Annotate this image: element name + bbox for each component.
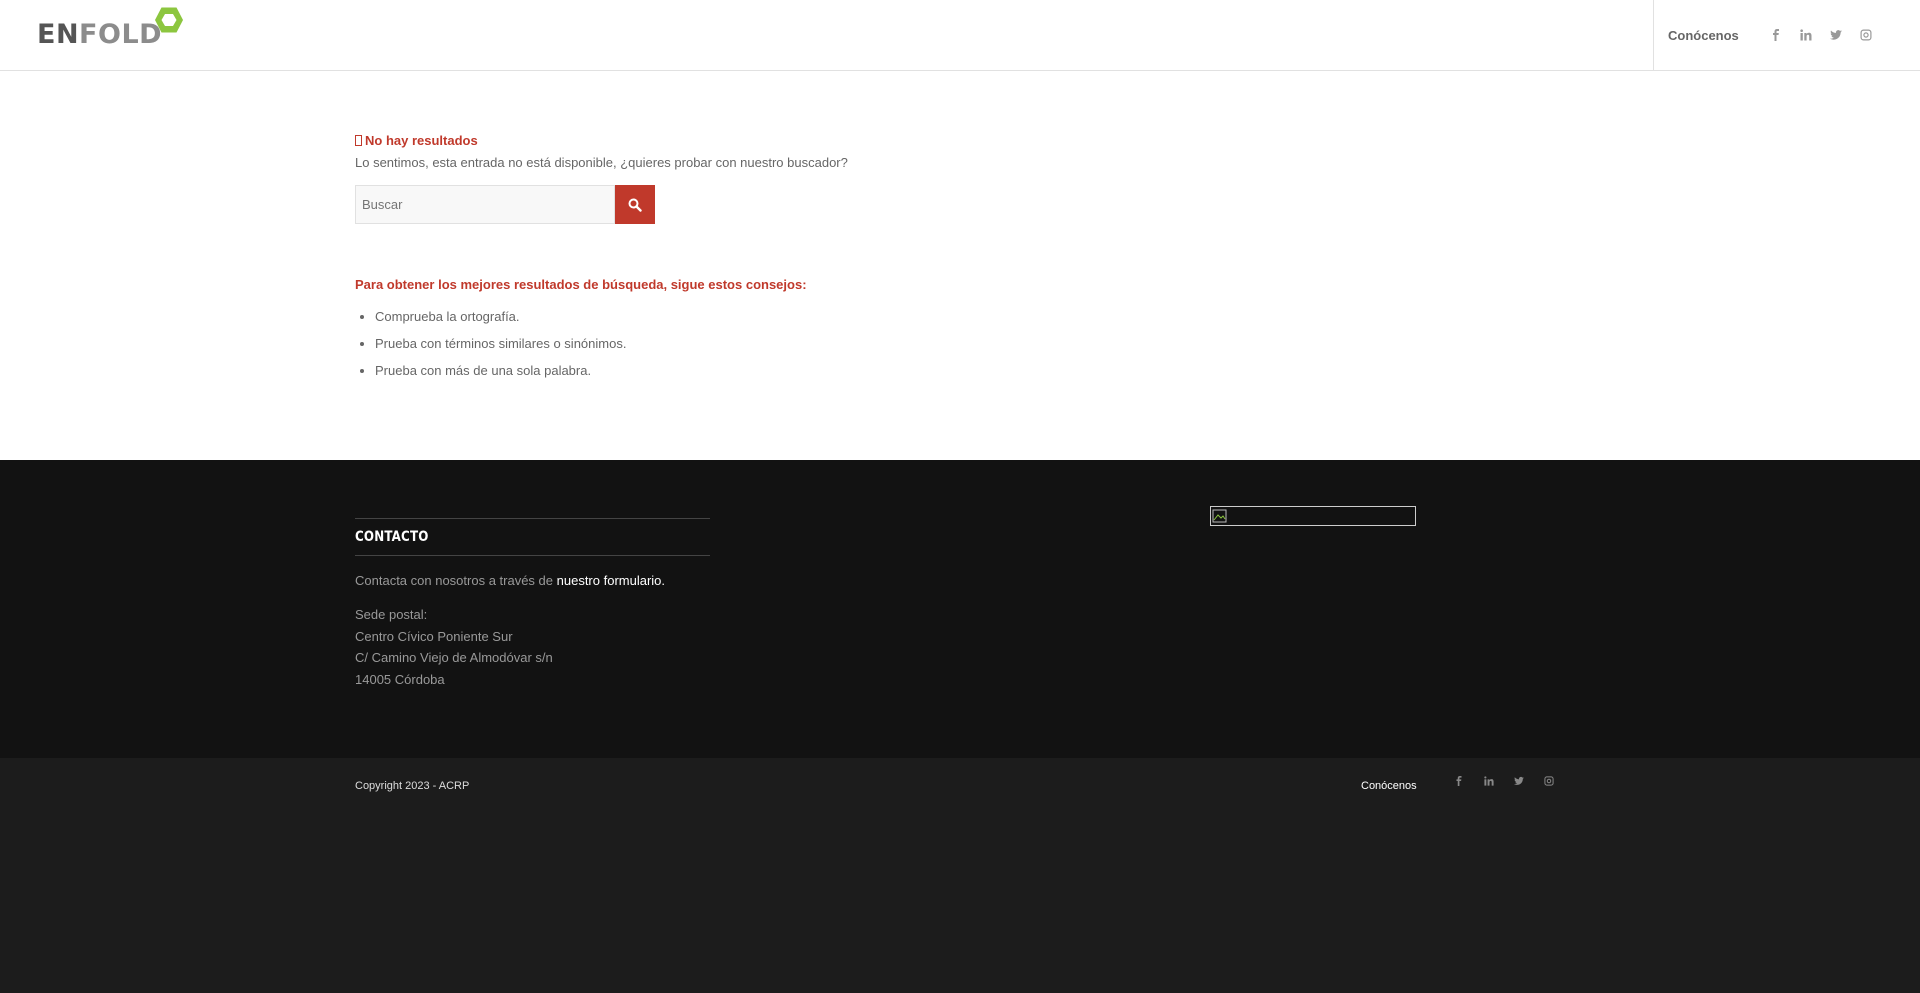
- tips-list: Comprueba la ortografía. Prueba con térm…: [375, 309, 626, 390]
- address-line: Sede postal:: [355, 607, 428, 622]
- sorry-text: Lo sentimos, esta entrada no está dispon…: [355, 155, 848, 170]
- twitter-icon[interactable]: [1821, 24, 1851, 46]
- linkedin-icon[interactable]: [1474, 770, 1504, 792]
- missing-glyph-icon: [355, 135, 362, 146]
- address-line: Centro Cívico Poniente Sur: [355, 628, 513, 644]
- main-content: No hay resultados Lo sentimos, esta entr…: [0, 71, 1920, 460]
- socket-social-icons: [1444, 770, 1564, 792]
- header-social-icons: [1761, 24, 1881, 46]
- site-header: ENFOLD Conócenos: [0, 0, 1920, 71]
- nav-divider: [1653, 0, 1654, 71]
- search-input[interactable]: [355, 185, 615, 224]
- instagram-icon[interactable]: [1851, 24, 1881, 46]
- facebook-icon[interactable]: [1761, 24, 1791, 46]
- divider: [355, 555, 710, 556]
- linkedin-icon[interactable]: [1791, 24, 1821, 46]
- list-item: Comprueba la ortografía.: [375, 309, 626, 336]
- tips-title: Para obtener los mejores resultados de b…: [355, 277, 807, 292]
- facebook-icon[interactable]: [1444, 770, 1474, 792]
- site-footer: CONTACTO Contacta con nosotros a través …: [0, 460, 1920, 758]
- search-button[interactable]: [615, 185, 655, 224]
- site-logo[interactable]: ENFOLD: [37, 6, 183, 50]
- socket-bar: Copyright 2023 - ACRP Conócenos: [0, 758, 1920, 993]
- address-line: C/ Camino Viejo de Almodóvar s/n: [355, 650, 553, 665]
- logo-text: ENFOLD: [37, 19, 163, 50]
- contact-title: CONTACTO: [355, 529, 429, 545]
- search-icon: [628, 198, 642, 212]
- broken-image-icon: [1212, 509, 1227, 523]
- socket-nav-conocenos[interactable]: Conócenos: [1361, 780, 1417, 792]
- no-results-heading: No hay resultados: [355, 133, 478, 148]
- contact-widget: CONTACTO: [355, 518, 710, 556]
- hexagon-icon: [155, 7, 183, 33]
- twitter-icon[interactable]: [1504, 770, 1534, 792]
- list-item: Prueba con términos similares o sinónimo…: [375, 336, 626, 363]
- broken-image: [1210, 506, 1416, 526]
- nav-item-conocenos[interactable]: Conócenos: [1668, 0, 1739, 71]
- copyright-text: Copyright 2023 - ACRP: [355, 780, 470, 792]
- contact-text: Contacta con nosotros a través de nuestr…: [355, 573, 666, 588]
- list-item: Prueba con más de una sola palabra.: [375, 363, 626, 390]
- address-line: 14005 Córdoba: [355, 671, 445, 687]
- contact-form-link[interactable]: nuestro formulario.: [557, 573, 665, 588]
- postal-address: Sede postal: Centro Cívico Poniente Sur …: [355, 604, 553, 690]
- instagram-icon[interactable]: [1534, 770, 1564, 792]
